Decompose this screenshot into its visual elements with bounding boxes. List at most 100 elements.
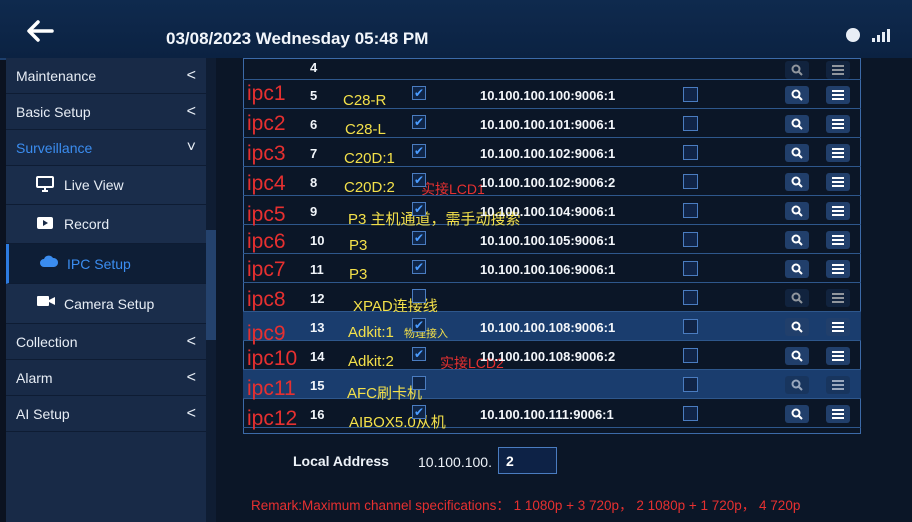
sidebar-item-collection[interactable]: Collection < <box>6 324 206 360</box>
sidebar-item-ipc-setup[interactable]: IPC Setup <box>6 244 206 284</box>
select-checkbox[interactable] <box>683 116 698 131</box>
channel-number: 13 <box>310 320 325 335</box>
device-model-annotation: P3 <box>349 266 368 283</box>
enable-checkbox[interactable]: ✔ <box>412 405 426 419</box>
sidebar-item-record[interactable]: Record <box>6 205 206 244</box>
menu-icon[interactable] <box>826 405 850 423</box>
ipc-annotation: ipc7 <box>247 258 286 281</box>
enable-checkbox[interactable]: ✔ <box>412 144 426 158</box>
ip-address: 10.100.100.108:9006:1 <box>480 320 616 335</box>
select-checkbox[interactable] <box>683 319 698 334</box>
menu-icon[interactable] <box>826 260 850 278</box>
menu-icon[interactable] <box>826 347 850 365</box>
select-checkbox[interactable] <box>683 290 698 305</box>
sidebar-item-camera-setup[interactable]: Camera Setup <box>6 284 206 324</box>
ip-address: 10.100.100.102:9006:1 <box>480 146 616 161</box>
menu-icon[interactable] <box>826 115 850 133</box>
ipc-annotation: ipc8 <box>247 288 286 311</box>
ip-address: 10.100.100.100:9006:1 <box>480 88 616 103</box>
enable-checkbox[interactable] <box>412 289 426 303</box>
menu-icon[interactable] <box>826 376 850 394</box>
select-checkbox[interactable] <box>683 348 698 363</box>
menu-icon[interactable] <box>826 173 850 191</box>
ipc-annotation: ipc5 <box>247 203 286 226</box>
search-icon[interactable] <box>785 260 809 278</box>
select-checkbox[interactable] <box>683 87 698 102</box>
sidebar-item-surveillance[interactable]: Surveillance ˅ <box>6 130 206 166</box>
enable-checkbox[interactable]: ✔ <box>412 173 426 187</box>
sidebar-item-live-view[interactable]: Live View <box>6 166 206 205</box>
search-icon[interactable] <box>785 376 809 394</box>
select-checkbox[interactable] <box>683 203 698 218</box>
sidebar-item-ai-setup[interactable]: AI Setup < <box>6 396 206 432</box>
chevron-left-icon: < <box>186 66 196 84</box>
search-icon[interactable] <box>785 61 809 79</box>
channel-number: 7 <box>310 146 318 161</box>
enable-checkbox[interactable] <box>412 376 426 390</box>
device-model-annotation: C20D:2 <box>344 179 395 196</box>
search-icon[interactable] <box>785 318 809 336</box>
select-checkbox[interactable] <box>683 145 698 160</box>
record-icon <box>37 217 53 229</box>
menu-icon[interactable] <box>826 61 850 79</box>
sidebar-item-maintenance[interactable]: Maintenance < <box>6 58 206 94</box>
status-icons <box>846 28 890 42</box>
channel-number: 8 <box>310 175 318 190</box>
top-bar: 03/08/2023 Wednesday 05:48 PM <box>0 0 912 60</box>
device-model-annotation: P3 <box>349 237 368 254</box>
select-checkbox[interactable] <box>683 232 698 247</box>
device-model-annotation: Adkit:2 <box>348 353 394 370</box>
menu-icon[interactable] <box>826 318 850 336</box>
select-checkbox[interactable] <box>683 261 698 276</box>
ipc-annotation: ipc12 <box>247 407 298 430</box>
table-row <box>243 370 861 399</box>
table-row <box>243 283 861 312</box>
select-checkbox[interactable] <box>683 406 698 421</box>
ipc-annotation: ipc4 <box>247 172 286 195</box>
search-icon[interactable] <box>785 202 809 220</box>
enable-checkbox[interactable]: ✔ <box>412 260 426 274</box>
select-checkbox[interactable] <box>683 174 698 189</box>
search-icon[interactable] <box>785 86 809 104</box>
local-address-label: Local Address <box>293 453 389 469</box>
ip-address: 10.100.100.105:9006:1 <box>480 233 616 248</box>
menu-icon[interactable] <box>826 86 850 104</box>
ip-address: 10.100.100.108:9006:2 <box>480 349 616 364</box>
sidebar-scroll-thumb[interactable] <box>206 230 216 340</box>
enable-checkbox[interactable]: ✔ <box>412 202 426 216</box>
select-checkbox[interactable] <box>683 377 698 392</box>
enable-checkbox[interactable]: ✔ <box>412 115 426 129</box>
ipc-annotation: ipc10 <box>247 347 298 370</box>
local-address-input[interactable]: 2 <box>498 447 557 474</box>
chevron-left-icon: < <box>186 404 196 422</box>
menu-icon[interactable] <box>826 202 850 220</box>
search-icon[interactable] <box>785 405 809 423</box>
search-icon[interactable] <box>785 115 809 133</box>
menu-icon[interactable] <box>826 289 850 307</box>
enable-checkbox[interactable]: ✔ <box>412 86 426 100</box>
date-time: 03/08/2023 Wednesday 05:48 PM <box>166 29 429 48</box>
channel-number: 15 <box>310 378 325 393</box>
back-arrow-icon[interactable] <box>26 20 54 42</box>
chevron-left-icon: < <box>186 332 196 350</box>
sidebar-item-alarm[interactable]: Alarm < <box>6 360 206 396</box>
ip-address: 10.100.100.111:9006:1 <box>480 407 614 422</box>
enable-checkbox[interactable]: ✔ <box>412 347 426 361</box>
search-icon[interactable] <box>785 289 809 307</box>
remark-text: Remark:Maximum channel specifications： 1… <box>251 498 801 513</box>
search-icon[interactable] <box>785 144 809 162</box>
ipc-annotation: ipc1 <box>247 82 286 105</box>
menu-icon[interactable] <box>826 144 850 162</box>
search-icon[interactable] <box>785 347 809 365</box>
device-model-annotation: Adkit:1 <box>348 324 394 341</box>
search-icon[interactable] <box>785 231 809 249</box>
device-model-annotation: AIBOX5.0从机 <box>349 414 446 431</box>
enable-checkbox[interactable]: ✔ <box>412 318 426 332</box>
menu-icon[interactable] <box>826 231 850 249</box>
device-model-annotation: C28-R <box>343 92 387 109</box>
enable-checkbox[interactable]: ✔ <box>412 231 426 245</box>
ip-address: 10.100.100.104:9006:1 <box>480 204 616 219</box>
sidebar-item-basic-setup[interactable]: Basic Setup < <box>6 94 206 130</box>
connection-note: 物理接入 <box>404 328 448 340</box>
search-icon[interactable] <box>785 173 809 191</box>
